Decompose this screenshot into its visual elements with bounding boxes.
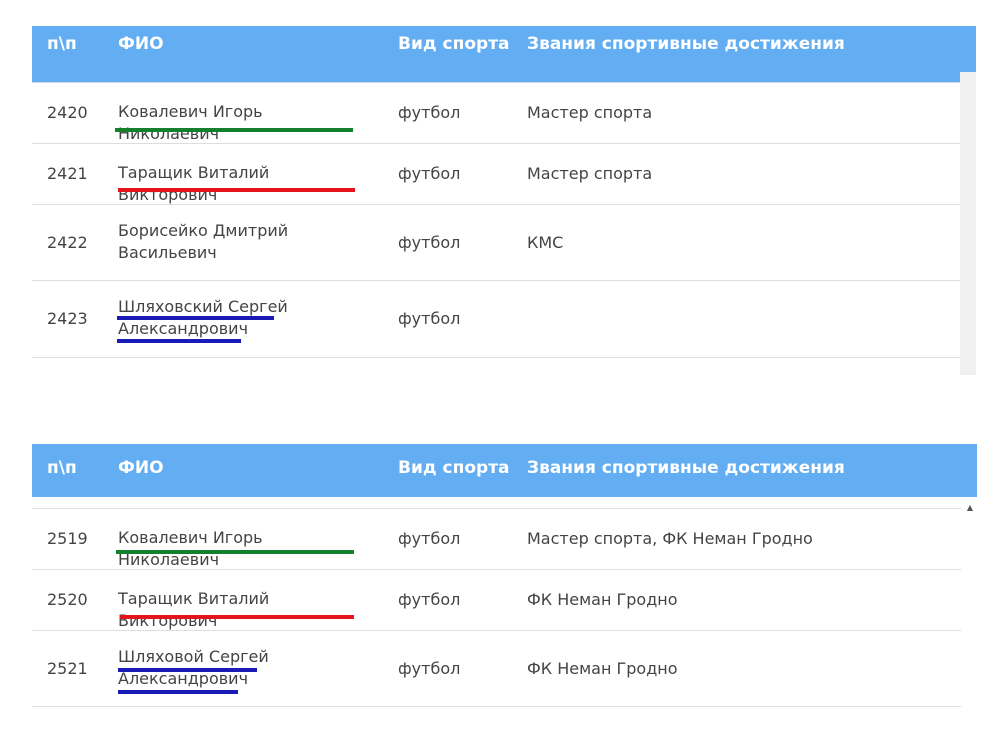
table-1-header: п\п ФИО Вид спорта Звания спортивные дос…: [32, 26, 976, 72]
header-title[interactable]: Звания спортивные достижения: [527, 458, 845, 478]
row-title: ФК Неман Гродно: [527, 659, 678, 678]
row-title: ФК Неман Гродно: [527, 590, 678, 609]
table-2: п\п ФИО Вид спорта Звания спортивные дос…: [32, 444, 977, 720]
row-fio: Таращик Виталий Викторович: [118, 589, 270, 630]
row-sport: футбол: [398, 103, 461, 122]
row-sport: футбол: [398, 529, 461, 548]
row-num: 2423: [47, 309, 88, 328]
row-sport: футбол: [398, 233, 461, 252]
row-title: Мастер спорта: [527, 103, 653, 122]
table-row: 2521 Шляховой Сергей Александрович футбо…: [32, 631, 961, 707]
row-sport: футбол: [398, 309, 461, 328]
table-row: 2421 Таращик Виталий Викторович футбол М…: [32, 144, 960, 205]
next-row-cutoff: [32, 369, 960, 375]
row-sport: футбол: [398, 164, 461, 183]
header-fio[interactable]: ФИО: [118, 458, 164, 478]
scroll-up-arrow-icon[interactable]: ▲: [967, 503, 973, 512]
green-underline: [115, 128, 353, 132]
header-sport[interactable]: Вид спорта: [398, 34, 510, 54]
red-underline: [118, 188, 355, 192]
table-row: 2520 Таращик Виталий Викторович футбол Ф…: [32, 570, 961, 631]
row-fio: Борисейко Дмитрий Васильевич: [118, 221, 289, 262]
row-fio: Ковалевич Игорь Николаевич: [118, 528, 263, 569]
blue-underline: [117, 316, 274, 320]
blue-underline: [118, 690, 238, 694]
header-title[interactable]: Звания спортивные достижения: [527, 34, 845, 54]
row-num: 2422: [47, 233, 88, 252]
table-1-body: 2420 Ковалевич Игорь Николаевич футбол М…: [32, 82, 960, 375]
table-2-header: п\п ФИО Вид спорта Звания спортивные дос…: [32, 444, 977, 497]
row-title: Мастер спорта: [527, 164, 653, 183]
table-row: 2519 Ковалевич Игорь Николаевич футбол М…: [32, 509, 961, 570]
row-num: 2421: [47, 164, 88, 183]
row-num: 2420: [47, 103, 88, 122]
green-underline: [116, 550, 354, 554]
row-title: КМС: [527, 233, 564, 252]
table-row: 2420 Ковалевич Игорь Николаевич футбол М…: [32, 82, 960, 144]
table-row: 2423 Шляховский Сергей Александрович фут…: [32, 281, 960, 358]
row-sport: футбол: [398, 590, 461, 609]
header-fio[interactable]: ФИО: [118, 34, 164, 54]
blue-underline: [117, 339, 241, 343]
table-2-body: 2519 Ковалевич Игорь Николаевич футбол М…: [32, 509, 961, 720]
header-sport[interactable]: Вид спорта: [398, 458, 510, 478]
row-sport: футбол: [398, 659, 461, 678]
table-2-scrollbar[interactable]: ▲: [961, 497, 977, 720]
row-num: 2521: [47, 659, 88, 678]
blue-underline: [118, 668, 257, 672]
table-1: п\п ФИО Вид спорта Звания спортивные дос…: [32, 26, 976, 375]
header-num[interactable]: п\п: [47, 458, 77, 478]
row-fio: Таращик Виталий Викторович: [118, 163, 270, 204]
table-1-scrollbar[interactable]: [960, 72, 976, 375]
red-underline: [120, 615, 354, 619]
header-num[interactable]: п\п: [47, 34, 77, 54]
row-fio: Ковалевич Игорь Николаевич: [118, 102, 263, 143]
row-num: 2519: [47, 529, 88, 548]
row-num: 2520: [47, 590, 88, 609]
table-row: 2422 Борисейко Дмитрий Васильевич футбол…: [32, 205, 960, 281]
row-title: Мастер спорта, ФК Неман Гродно: [527, 529, 813, 548]
